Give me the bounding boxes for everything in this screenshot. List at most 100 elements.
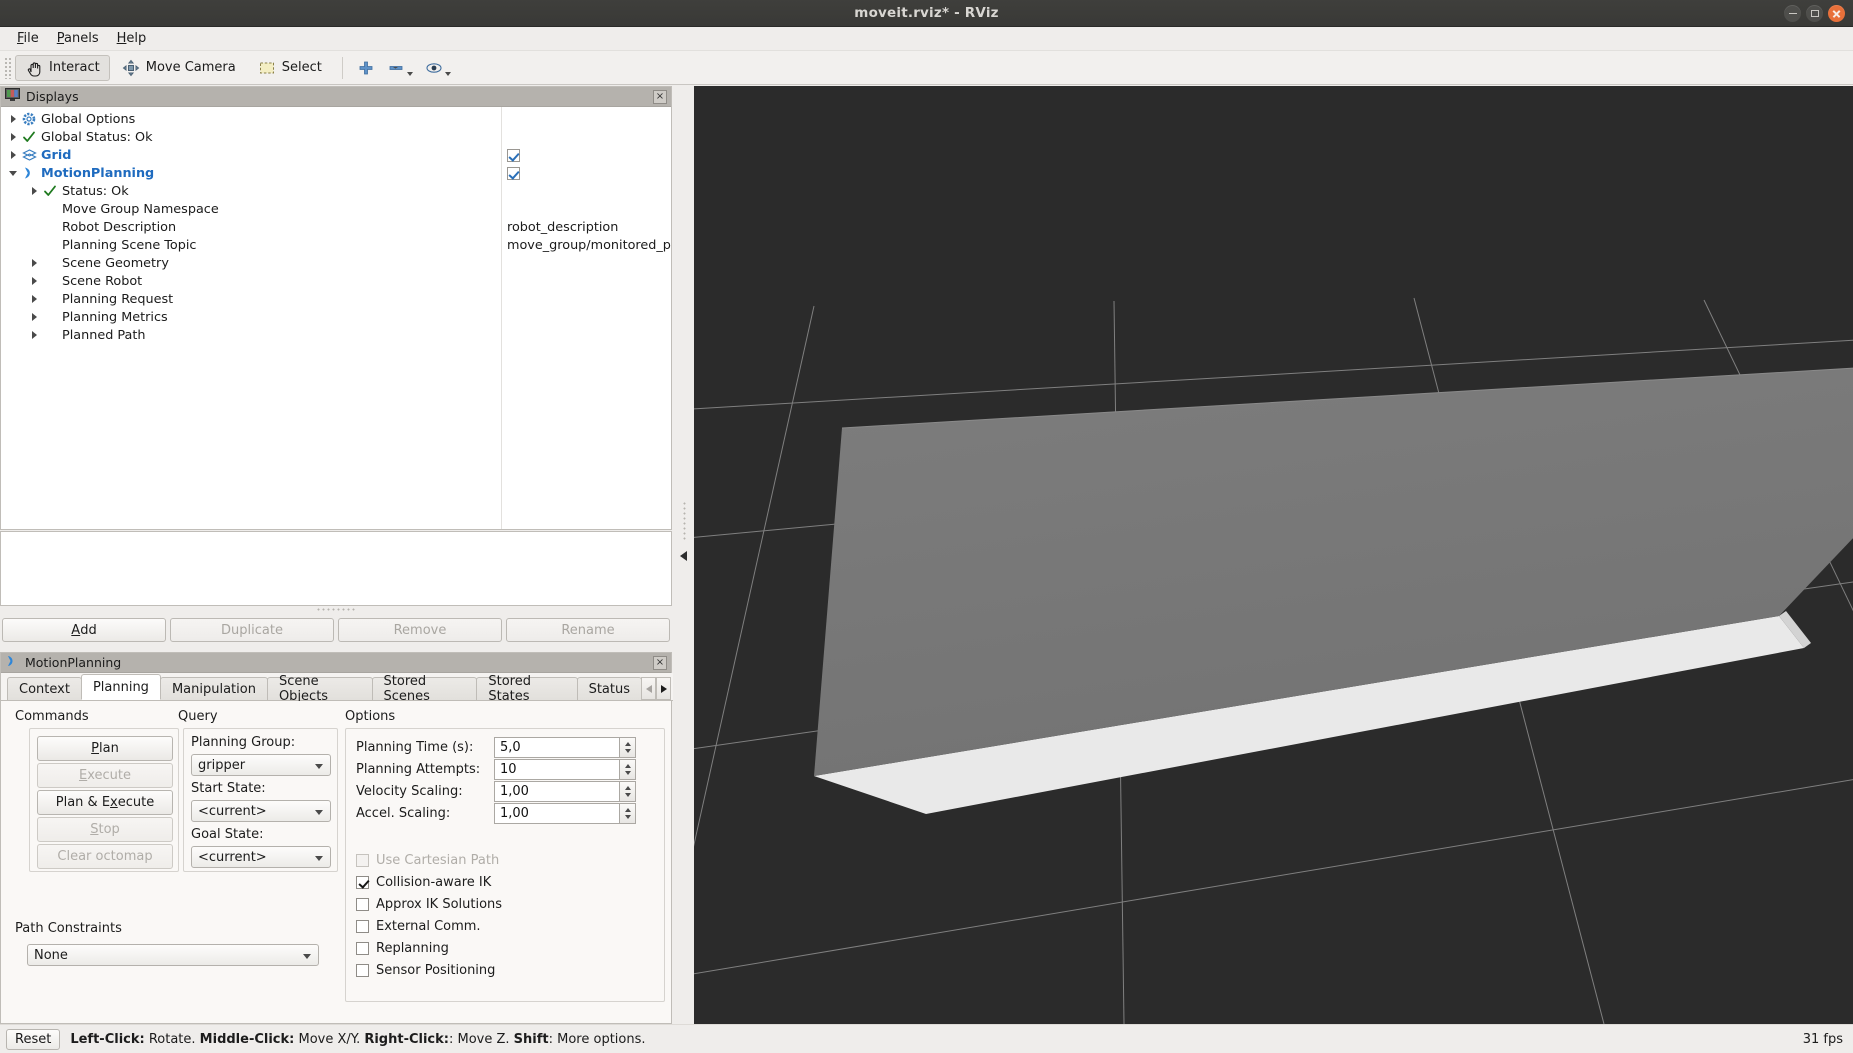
planning-group-combo[interactable]: gripper <box>191 754 331 776</box>
expand-arrow-icon[interactable] <box>9 115 18 124</box>
approx-ik-solutions-checkbox[interactable] <box>356 897 369 911</box>
tab-manipulation[interactable]: Manipulation <box>159 677 268 700</box>
display-tree-item-robot-description[interactable]: Robot Description robot_description <box>1 218 671 236</box>
add-display-button[interactable]: Add <box>2 618 166 642</box>
tab-status[interactable]: Status <box>576 677 642 700</box>
planning-attempts-stepper[interactable] <box>620 759 636 780</box>
display-visibility-checkbox[interactable] <box>507 148 520 162</box>
approx-ik-solutions-checkbox-row[interactable]: Approx IK Solutions <box>356 893 502 915</box>
display-tree-item-planning-request[interactable]: Planning Request <box>1 290 671 308</box>
menu-panels[interactable]: Panels <box>48 29 108 48</box>
stepper-up-icon[interactable] <box>624 808 631 812</box>
close-button[interactable] <box>1828 5 1845 22</box>
sensor-positioning-checkbox-row[interactable]: Sensor Positioning <box>356 959 502 981</box>
stepper-down-icon[interactable] <box>624 749 631 753</box>
displays-resize-handle[interactable] <box>316 607 356 612</box>
stepper-down-icon[interactable] <box>624 815 631 819</box>
displays-tree[interactable]: Global Options Global Status: Ok Grid Motio… <box>1 107 671 529</box>
display-visibility-checkbox[interactable] <box>507 166 520 180</box>
expand-arrow-icon[interactable] <box>30 313 39 322</box>
toolbar-grip[interactable] <box>4 56 13 79</box>
planning-time-s-stepper[interactable] <box>620 737 636 758</box>
rename-display-button[interactable]: Rename <box>506 618 670 642</box>
expand-arrow-icon[interactable] <box>30 295 39 304</box>
display-tree-item-planned-path[interactable]: Planned Path <box>1 326 671 344</box>
sensor-positioning-checkbox[interactable] <box>356 963 369 977</box>
tab-scroll-left-button[interactable] <box>641 677 656 700</box>
expand-arrow-icon[interactable] <box>30 277 39 286</box>
tab-stored-scenes[interactable]: Stored Scenes <box>371 674 478 704</box>
motion-planning-close-icon[interactable]: × <box>653 655 667 670</box>
velocity-scaling-stepper[interactable] <box>620 781 636 802</box>
duplicate-display-button[interactable]: Duplicate <box>170 618 334 642</box>
display-tree-item-global-status-ok[interactable]: Global Status: Ok <box>1 128 671 146</box>
display-tree-item-global-options[interactable]: Global Options <box>1 110 671 128</box>
tab-stored-states[interactable]: Stored States <box>476 674 578 704</box>
rviz-3d-viewport[interactable] <box>694 86 1853 1024</box>
collision-aware-ik-checkbox-row[interactable]: Collision-aware IK <box>356 871 502 893</box>
remove-display-button[interactable]: Remove <box>338 618 502 642</box>
tool-move-camera-button[interactable]: Move Camera <box>112 55 246 81</box>
tab-context[interactable]: Context <box>7 677 82 700</box>
minimize-button[interactable] <box>1784 5 1801 22</box>
external-comm-checkbox[interactable] <box>356 919 369 933</box>
expand-arrow-icon[interactable] <box>30 259 39 268</box>
expand-arrow-icon[interactable] <box>9 151 18 160</box>
stepper-down-icon[interactable] <box>624 771 631 775</box>
stepper-up-icon[interactable] <box>624 742 631 746</box>
tab-scroll-right-button[interactable] <box>656 677 671 700</box>
tool-add-button[interactable] <box>351 55 381 81</box>
replanning-checkbox-row[interactable]: Replanning <box>356 937 502 959</box>
chevron-left-icon[interactable] <box>680 551 687 561</box>
accel-scaling-value[interactable]: 1,00 <box>494 803 620 824</box>
plan-and-execute-button[interactable]: Plan & Ex ecute <box>37 790 173 815</box>
stepper-down-icon[interactable] <box>624 793 631 797</box>
planning-attempts-value[interactable]: 10 <box>494 759 620 780</box>
expand-arrow-icon[interactable] <box>30 187 39 196</box>
stepper-up-icon[interactable] <box>624 764 631 768</box>
planning-time-s-spinner[interactable]: 5,0 <box>494 737 636 758</box>
tool-interact-button[interactable]: Interact <box>15 54 110 81</box>
expand-arrow-icon[interactable] <box>9 133 18 142</box>
display-tree-item-move-group-namespace[interactable]: Move Group Namespace <box>1 200 671 218</box>
display-tree-item-scene-robot[interactable]: Scene Robot <box>1 272 671 290</box>
reset-button[interactable]: Reset <box>6 1028 61 1050</box>
tool-focus-camera-button[interactable] <box>419 55 457 81</box>
displays-close-icon[interactable]: × <box>653 89 667 104</box>
expand-arrow-icon[interactable] <box>30 331 39 340</box>
stop-button[interactable]: Stop <box>37 817 173 842</box>
path-constraints-combo[interactable]: None <box>27 944 319 966</box>
accel-scaling-stepper[interactable] <box>620 803 636 824</box>
execute-button[interactable]: Execute <box>37 763 173 788</box>
display-tree-item-grid[interactable]: Grid <box>1 146 671 164</box>
tab-scene-objects[interactable]: Scene Objects <box>266 674 373 704</box>
display-tree-item-motionplanning[interactable]: MotionPlanning <box>1 164 671 182</box>
display-tree-item-planning-metrics[interactable]: Planning Metrics <box>1 308 671 326</box>
plan-button[interactable]: Plan <box>37 736 173 761</box>
display-tree-item-planning-scene-topic[interactable]: Planning Scene Topic move_group/monitored… <box>1 236 671 254</box>
velocity-scaling-value[interactable]: 1,00 <box>494 781 620 802</box>
display-tree-item-scene-geometry[interactable]: Scene Geometry <box>1 254 671 272</box>
velocity-scaling-spinner[interactable]: 1,00 <box>494 781 636 802</box>
tool-remove-button[interactable] <box>381 55 419 81</box>
menu-file[interactable]: File <box>8 29 48 48</box>
start-state-combo[interactable]: <current> <box>191 800 331 822</box>
tool-select-button[interactable]: Select <box>248 55 332 81</box>
tab-planning[interactable]: Planning <box>80 674 161 700</box>
tool-remove-dropdown-icon[interactable] <box>406 71 413 76</box>
collapse-arrow-icon[interactable] <box>9 169 18 178</box>
clear-octomap-button[interactable]: Clear octomap <box>37 844 173 869</box>
planning-time-s-value[interactable]: 5,0 <box>494 737 620 758</box>
stepper-up-icon[interactable] <box>624 786 631 790</box>
maximize-button[interactable] <box>1806 5 1823 22</box>
menu-help[interactable]: Help <box>108 29 156 48</box>
external-comm-checkbox-row[interactable]: External Comm. <box>356 915 502 937</box>
tool-focus-dropdown-icon[interactable] <box>444 71 451 76</box>
viewport-splitter[interactable] <box>676 86 692 1024</box>
goal-state-combo[interactable]: <current> <box>191 846 331 868</box>
display-tree-item-status-ok[interactable]: Status: Ok <box>1 182 671 200</box>
planning-attempts-spinner[interactable]: 10 <box>494 759 636 780</box>
accel-scaling-spinner[interactable]: 1,00 <box>494 803 636 824</box>
collision-aware-ik-checkbox[interactable] <box>356 875 369 889</box>
replanning-checkbox[interactable] <box>356 941 369 955</box>
